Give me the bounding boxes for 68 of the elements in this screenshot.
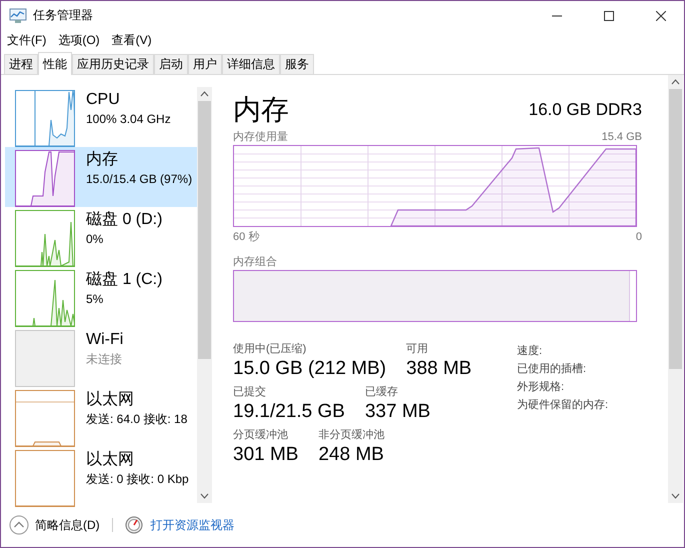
tab[interactable]: 进程 bbox=[4, 54, 38, 74]
sidebar-item[interactable]: Wi-Fi 未连接 bbox=[5, 327, 197, 387]
stat-label: 使用中(已压缩) bbox=[233, 342, 308, 357]
menu-item[interactable]: 查看(V) bbox=[112, 32, 152, 48]
item-title: 磁盘 0 (D:) bbox=[86, 210, 162, 230]
axis-start-label: 60 秒 bbox=[233, 230, 260, 245]
stat-label: 已缓存 bbox=[364, 385, 399, 400]
stat-value: 301 MB bbox=[233, 443, 298, 467]
item-subtitle: 15.0/15.4 GB (97%) bbox=[86, 171, 192, 187]
stat-label: 分页缓冲池 bbox=[233, 428, 289, 443]
property-label: 速度: bbox=[517, 344, 544, 359]
item-title: 以太网 bbox=[86, 450, 135, 470]
chevron-up-icon bbox=[9, 515, 29, 535]
sidebar-item[interactable]: CPU 100% 3.04 GHz bbox=[5, 87, 197, 147]
property-label: 外形规格: bbox=[517, 380, 566, 395]
item-title: 磁盘 1 (C:) bbox=[86, 270, 162, 290]
item-subtitle: 发送: 0 接收: 0 Kbp bbox=[86, 471, 189, 487]
scroll-down-icon bbox=[200, 493, 209, 499]
item-title: 以太网 bbox=[86, 390, 135, 410]
window-title: 任务管理器 bbox=[33, 7, 93, 24]
maximize-icon bbox=[604, 10, 614, 20]
stat-label: 可用 bbox=[406, 342, 430, 357]
sidebar-item[interactable]: 磁盘 1 (C:) 5% bbox=[5, 267, 197, 327]
axis-max-label: 15.4 GB bbox=[602, 130, 642, 145]
axis-end-label: 0 bbox=[636, 230, 642, 245]
memory-spec: 16.0 GB DDR3 bbox=[528, 99, 642, 121]
stat-value: 388 MB bbox=[406, 357, 472, 381]
stat-value: 248 MB bbox=[318, 443, 384, 467]
summary-button[interactable]: 简略信息(D) bbox=[9, 515, 100, 535]
item-subtitle: 0% bbox=[86, 231, 104, 247]
item-subtitle: 5% bbox=[86, 291, 104, 307]
tab[interactable]: 性能 bbox=[38, 52, 72, 75]
resource-monitor-link[interactable]: 打开资源监视器 bbox=[150, 516, 235, 534]
item-subtitle: 100% 3.04 GHz bbox=[86, 111, 171, 127]
stat-value: 15.0 GB (212 MB) bbox=[233, 357, 386, 381]
item-title: CPU bbox=[86, 90, 121, 110]
item-subtitle: 未连接 bbox=[86, 351, 123, 367]
item-title: Wi-Fi bbox=[86, 330, 124, 350]
tab[interactable]: 详细信息 bbox=[222, 54, 280, 74]
sidebar-item[interactable]: 磁盘 0 (D:) 0% bbox=[5, 207, 197, 267]
sidebar-item[interactable]: 内存 15.0/15.4 GB (97%) bbox=[5, 147, 197, 207]
tab[interactable]: 应用历史记录 bbox=[72, 54, 154, 74]
stat-value: 19.1/21.5 GB bbox=[233, 400, 345, 424]
tab[interactable]: 启动 bbox=[154, 54, 188, 74]
stat-label: 已提交 bbox=[233, 385, 267, 400]
sidebar-item[interactable]: 以太网 发送: 64.0 接收: 18 bbox=[5, 387, 197, 447]
chart-label: 内存使用量 bbox=[233, 130, 288, 145]
scroll-up-icon bbox=[200, 91, 209, 97]
scrollbar[interactable] bbox=[668, 75, 683, 503]
menu-item[interactable]: 文件(F) bbox=[7, 32, 46, 48]
property-label: 已使用的插槽: bbox=[517, 362, 588, 377]
item-title: 内存 bbox=[86, 150, 119, 170]
chart-label: 内存组合 bbox=[233, 255, 278, 270]
property-label: 为硬件保留的内存: bbox=[517, 398, 608, 413]
scrollbar[interactable] bbox=[197, 87, 212, 503]
app-icon bbox=[9, 8, 27, 24]
tab[interactable]: 用户 bbox=[188, 54, 222, 74]
close-icon bbox=[656, 10, 666, 20]
stat-value: 337 MB bbox=[364, 400, 430, 424]
scroll-down-icon bbox=[671, 493, 680, 499]
scroll-up-icon bbox=[671, 79, 680, 85]
item-subtitle: 发送: 64.0 接收: 18 bbox=[86, 411, 188, 427]
sidebar-item[interactable]: 以太网 发送: 0 接收: 0 Kbp bbox=[5, 447, 197, 507]
gauge-icon bbox=[124, 516, 143, 534]
stat-label: 非分页缓冲池 bbox=[318, 428, 384, 443]
menu-item[interactable]: 选项(O) bbox=[58, 32, 100, 48]
tab[interactable]: 服务 bbox=[280, 54, 314, 74]
panel-title: 内存 bbox=[233, 93, 289, 127]
